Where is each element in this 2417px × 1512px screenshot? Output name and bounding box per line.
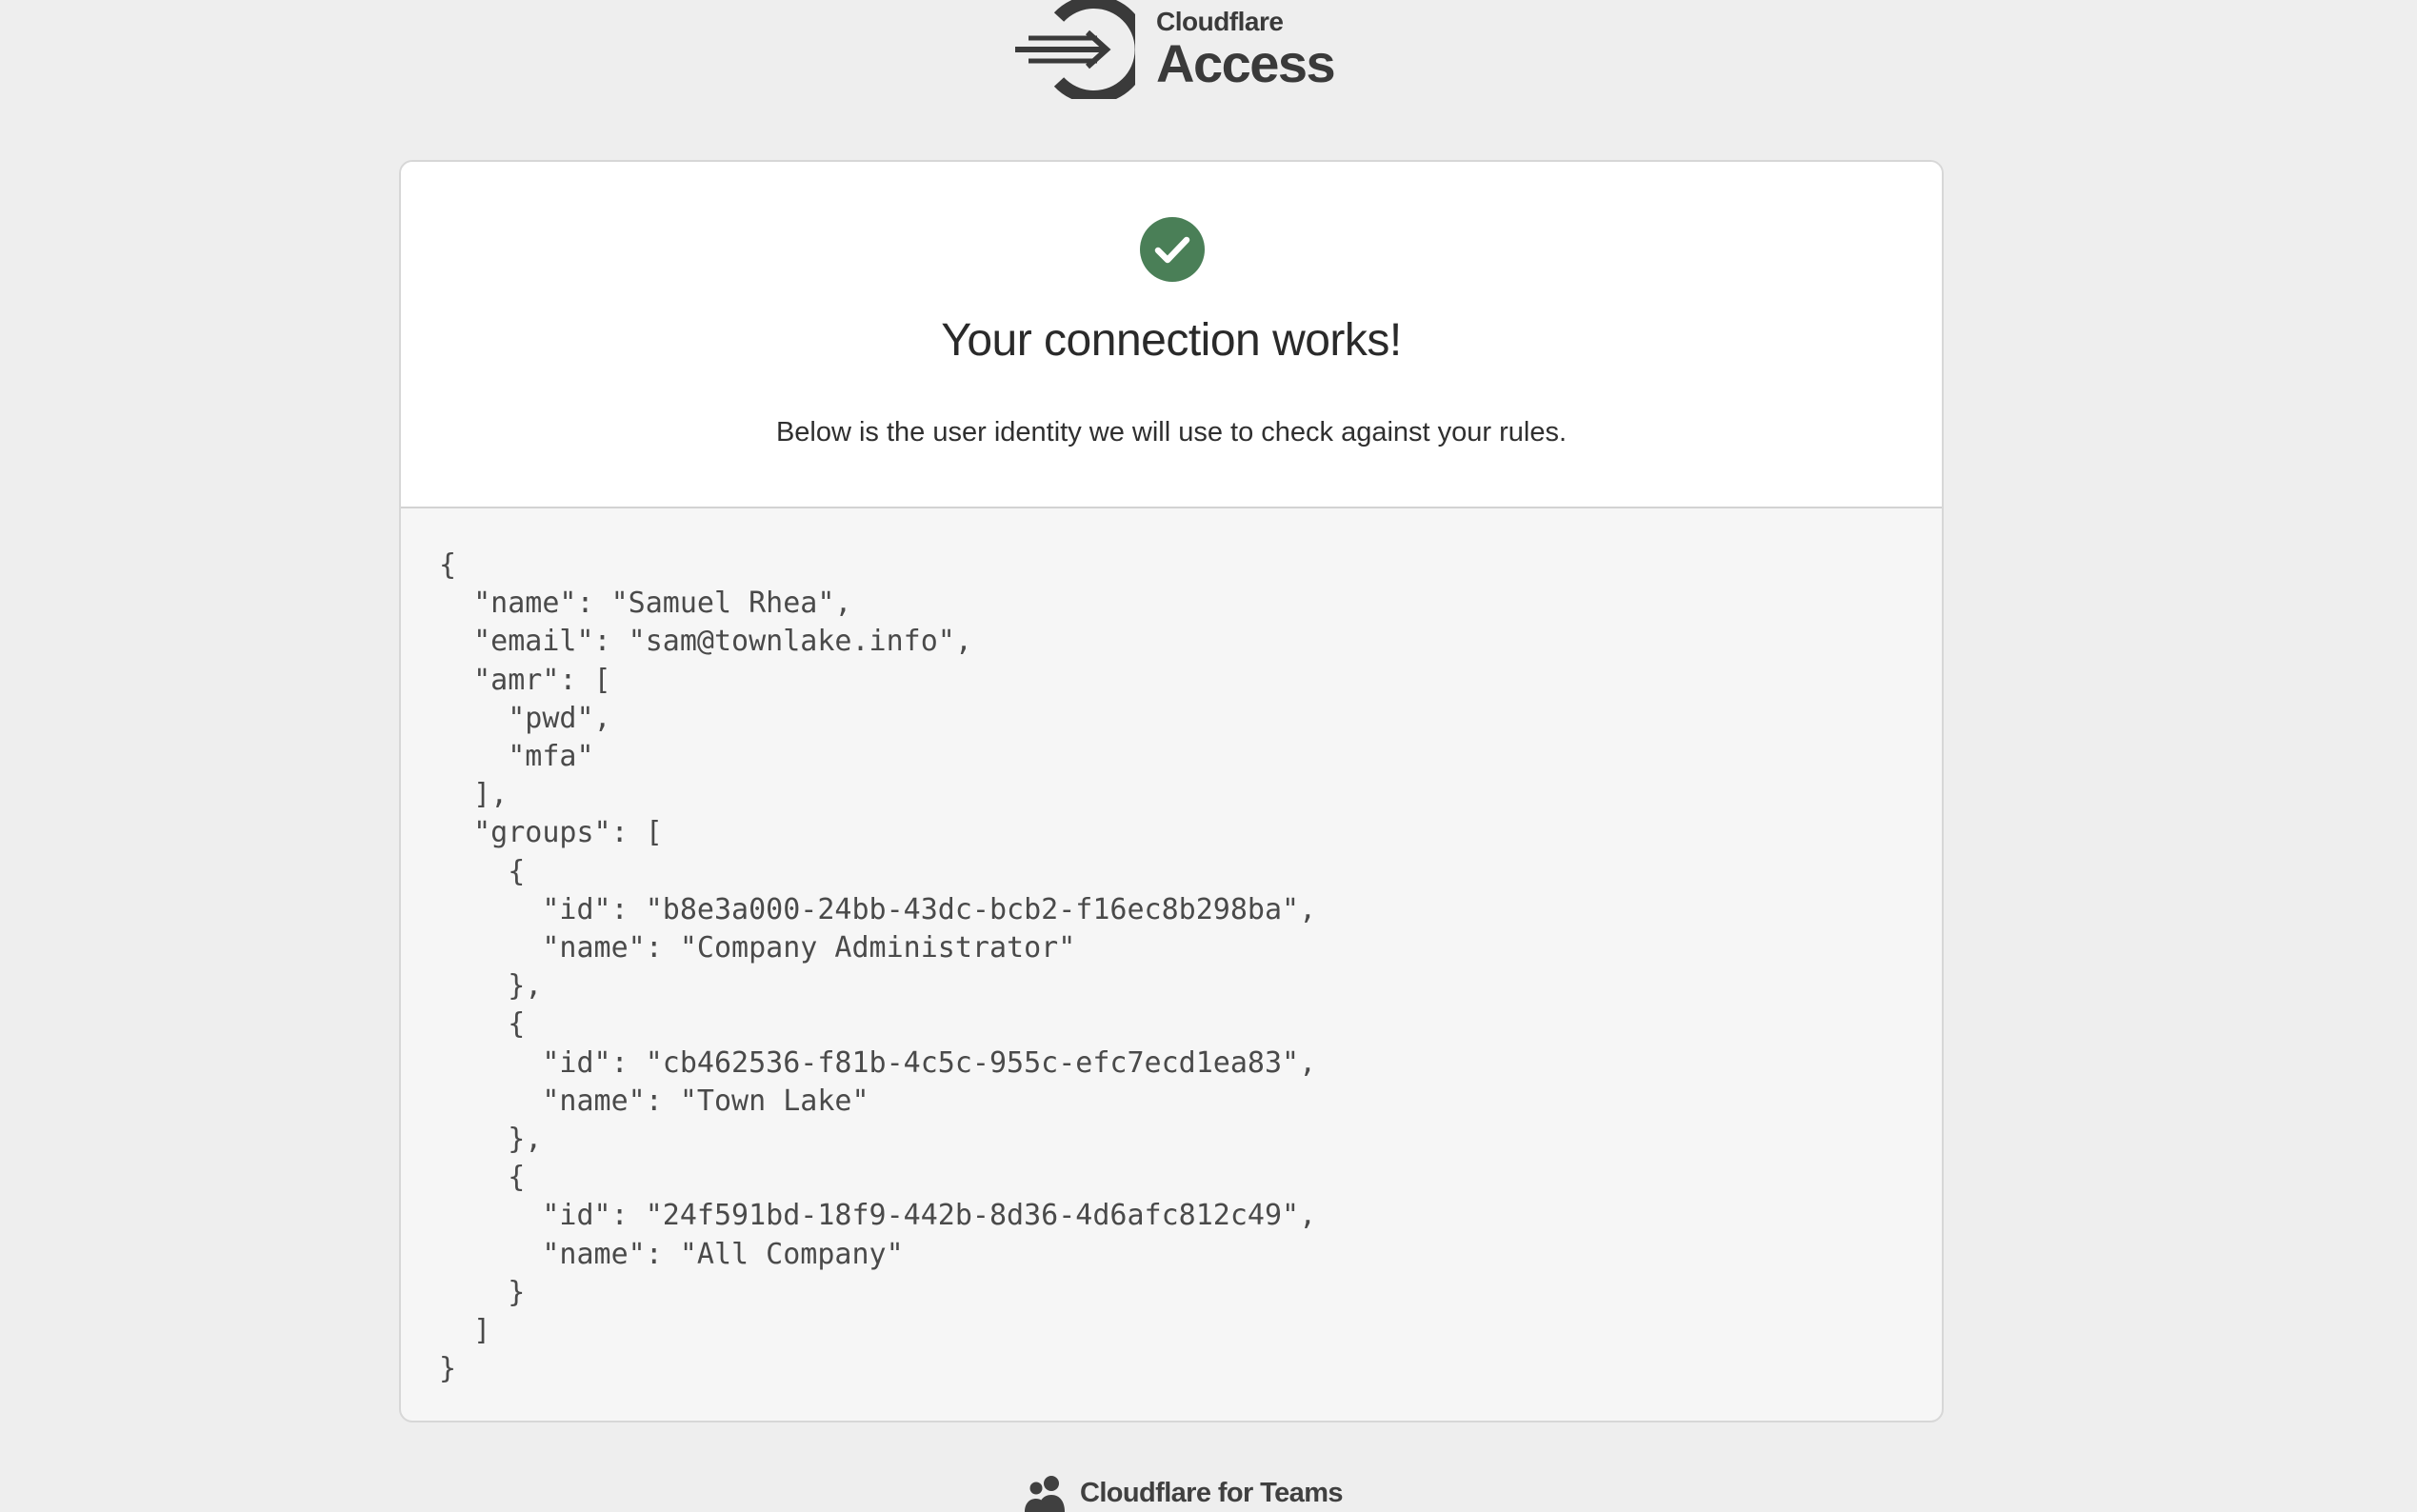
card-header: Your connection works! Below is the user… <box>401 162 1942 508</box>
footer-label: Cloudflare for Teams <box>1080 1477 1344 1508</box>
logo-brand-text: Cloudflare <box>1156 7 1284 36</box>
page-title: Your connection works! <box>941 315 1402 366</box>
identity-json[interactable]: { "name": "Samuel Rhea", "email": "sam@t… <box>401 508 1942 1388</box>
logo-product-text: Access <box>1156 33 1336 93</box>
identity-card: Your connection works! Below is the user… <box>399 160 1944 1422</box>
cloudflare-access-logo: Cloudflare Access <box>1015 0 1339 99</box>
cloudflare-access-logo-icon <box>1015 0 1135 99</box>
check-circle-icon <box>1140 217 1205 282</box>
users-icon <box>1025 1476 1065 1512</box>
footer-brand[interactable]: Cloudflare for Teams <box>1023 1474 1344 1512</box>
page-subtitle: Below is the user identity we will use t… <box>775 417 1568 448</box>
